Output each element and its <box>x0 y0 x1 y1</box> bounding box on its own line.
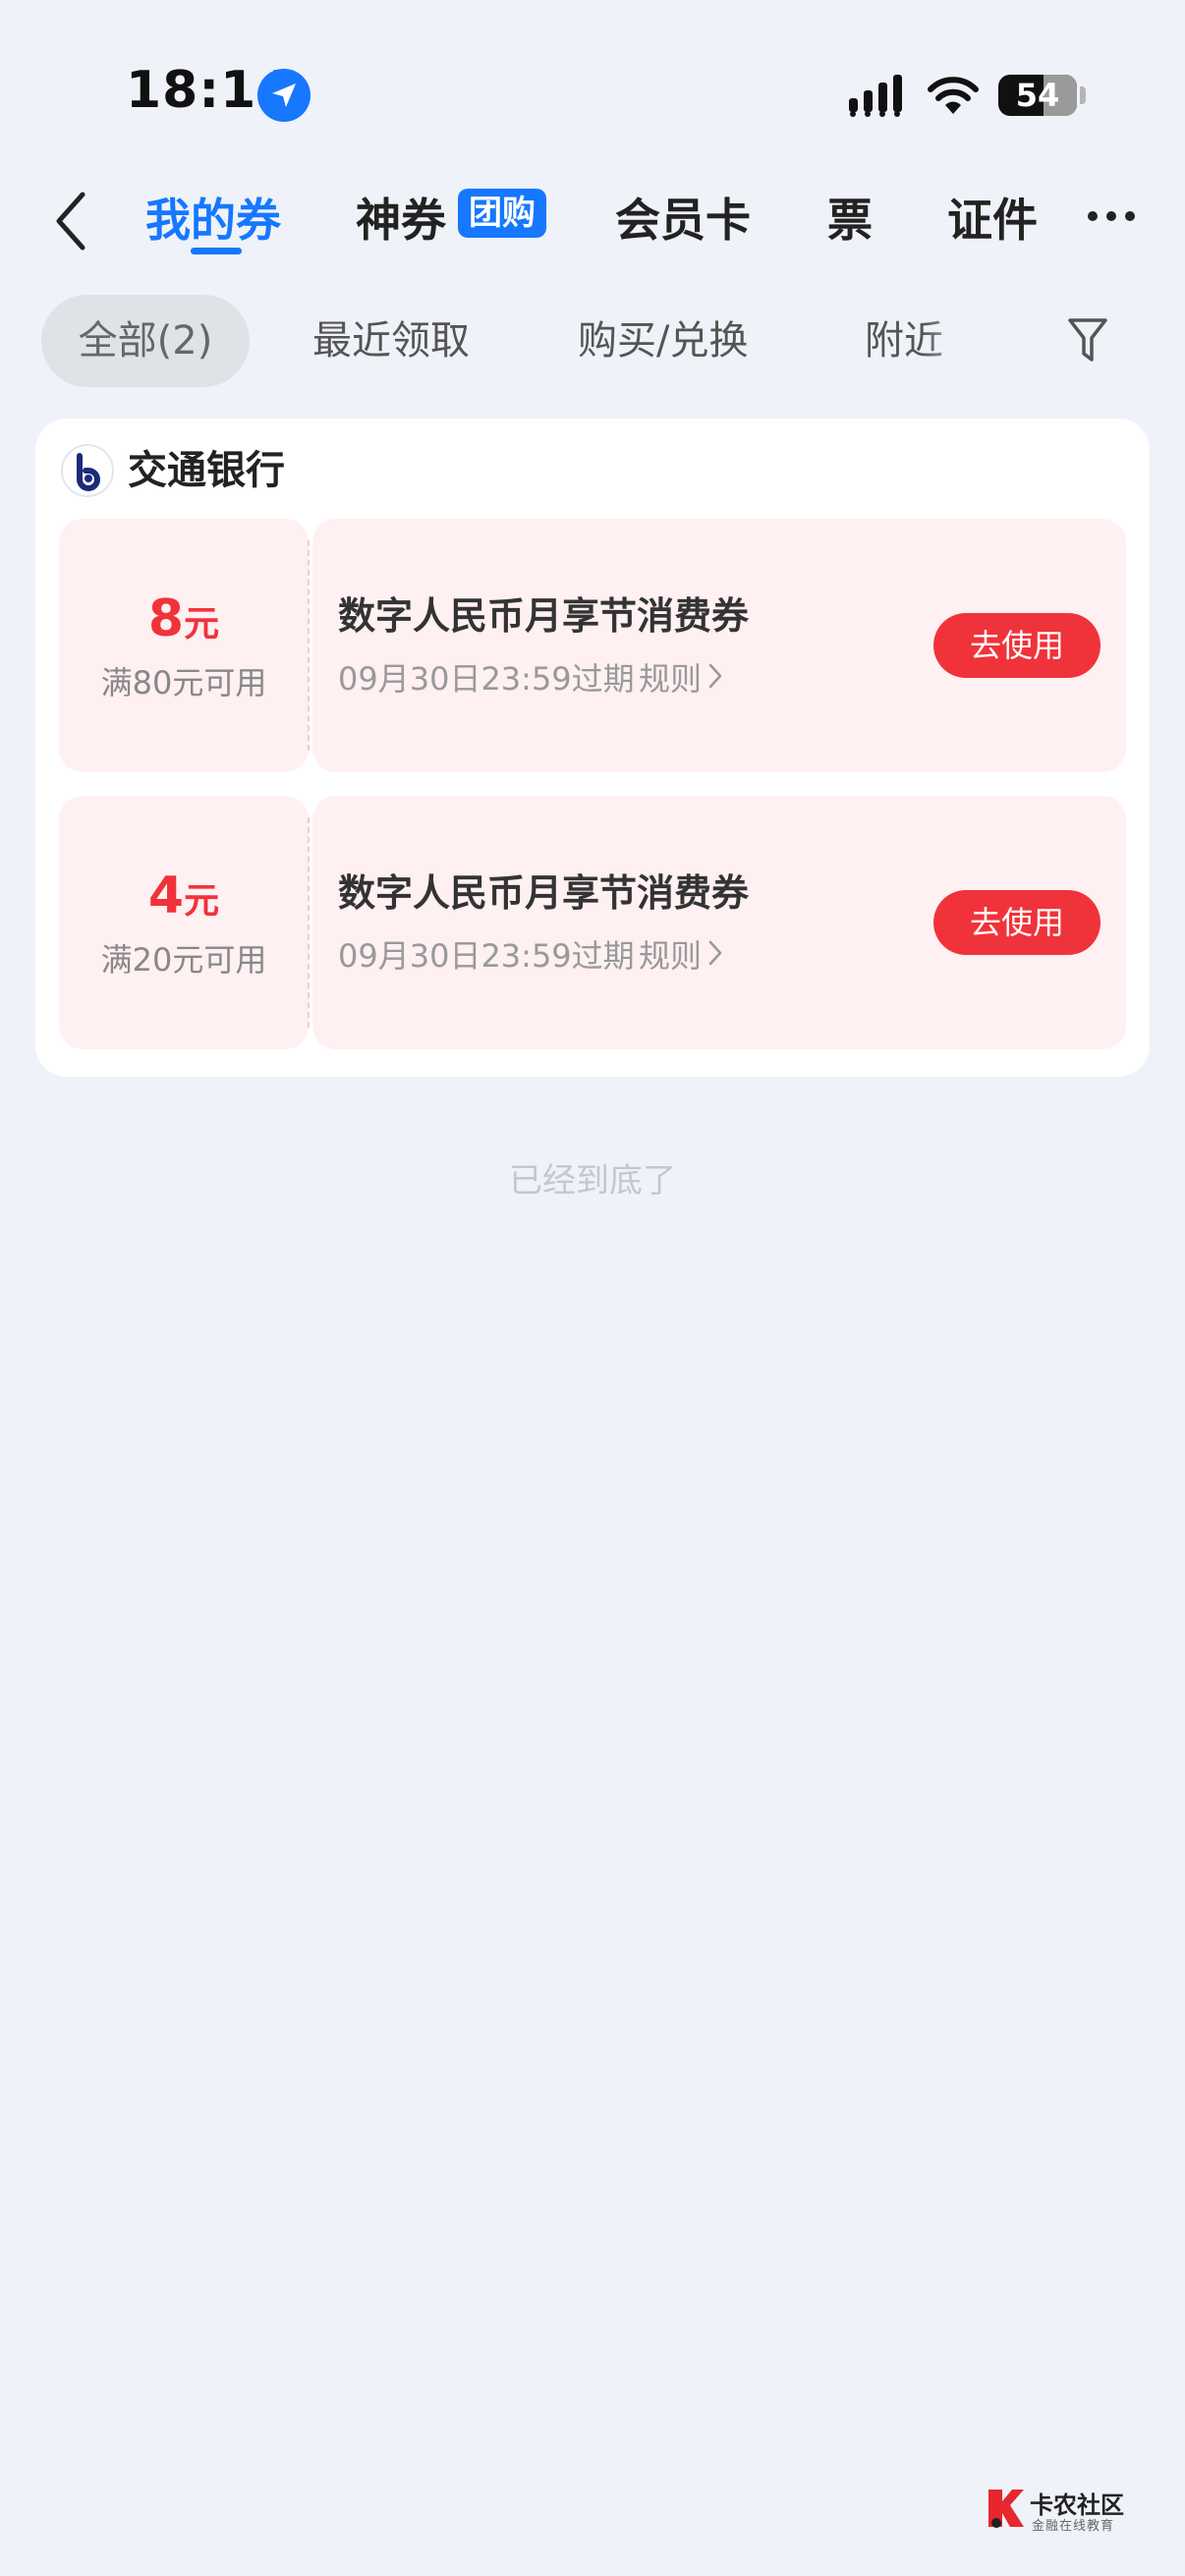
filter-fade-mask <box>924 295 1002 387</box>
top-nav: 我的券 神券 团购 会员卡 票 证件 <box>0 167 1185 275</box>
coupon-divider <box>308 817 310 1028</box>
group-buy-badge: 团购 <box>458 189 546 238</box>
more-icon[interactable] <box>1087 210 1136 222</box>
coupon-amount-unit: 元 <box>184 604 220 644</box>
bank-name: 交通银行 <box>128 448 285 493</box>
coupon-amount: 4元 <box>59 867 309 925</box>
coupon-title: 数字人民币月享节消费券 <box>338 594 750 638</box>
wifi-icon <box>928 77 979 114</box>
tab-super-coupons[interactable]: 神券 <box>356 185 446 250</box>
watermark-logo-icon <box>988 2490 1024 2528</box>
battery-level: 54 <box>1015 77 1060 114</box>
coupon-amount-value: 8 <box>147 589 185 648</box>
chevron-right-icon <box>708 663 722 689</box>
coupon-amount-unit: 元 <box>184 881 220 922</box>
coupon-amount: 8元 <box>59 589 309 648</box>
filter-purchase-exchange[interactable]: 购买/兑换 <box>578 295 748 387</box>
battery-icon: 54 <box>998 75 1077 116</box>
coupon-expiry: 09月30日23:59过期 <box>338 660 635 698</box>
filter-bar: 全部(2) 最近领取 购买/兑换 附近 <box>0 295 1185 389</box>
chevron-right-icon <box>708 940 722 966</box>
tab-tickets[interactable]: 票 <box>827 185 873 250</box>
coupon-condition: 满20元可用 <box>100 941 267 979</box>
coupon-title: 数字人民币月享节消费券 <box>338 871 750 915</box>
coupon-rules-link[interactable]: 规则 <box>639 654 702 700</box>
watermark: 卡农社区 金融在线教育 <box>983 2484 1150 2543</box>
coupon-amount-value: 4 <box>147 867 185 925</box>
filter-icon[interactable] <box>1067 316 1108 364</box>
coupon-item: 4元 满20元可用 数字人民币月享节消费券 09月30日23:59过期 规则 去… <box>59 796 1126 1049</box>
end-of-list-text: 已经到底了 <box>509 1161 676 1201</box>
coupon-value-panel: 4元 满20元可用 <box>59 796 309 1049</box>
battery-tip <box>1080 86 1086 104</box>
coupon-expiry: 09月30日23:59过期 <box>338 937 635 975</box>
active-tab-indicator <box>191 248 242 254</box>
watermark-subtitle: 金融在线教育 <box>1032 2519 1115 2534</box>
filter-all[interactable]: 全部(2) <box>41 295 250 387</box>
coupon-divider <box>308 540 310 751</box>
status-bar: 18:14 54 <box>0 0 1185 187</box>
coupon-condition: 满80元可用 <box>100 664 267 701</box>
tab-ids[interactable]: 证件 <box>947 185 1038 250</box>
cellular-signal-icon <box>849 75 902 117</box>
use-coupon-button[interactable]: 去使用 <box>933 890 1100 955</box>
filter-recent[interactable]: 最近领取 <box>312 295 470 387</box>
coupon-item: 8元 满80元可用 数字人民币月享节消费券 09月30日23:59过期 规则 去… <box>59 519 1126 772</box>
use-coupon-button[interactable]: 去使用 <box>933 613 1100 678</box>
bank-coupon-card: 交通银行 8元 满80元可用 数字人民币月享节消费券 09月30日23:59过期… <box>35 419 1150 1077</box>
location-arrow-icon <box>257 69 310 122</box>
coupon-rules-link[interactable]: 规则 <box>639 931 702 977</box>
back-button[interactable] <box>45 187 104 255</box>
coupon-detail-panel: 数字人民币月享节消费券 09月30日23:59过期 规则 去使用 <box>312 796 1126 1049</box>
coupon-detail-panel: 数字人民币月享节消费券 09月30日23:59过期 规则 去使用 <box>312 519 1126 772</box>
tab-membership-cards[interactable]: 会员卡 <box>615 185 751 250</box>
tab-my-coupons[interactable]: 我的券 <box>145 185 281 250</box>
bank-logo-icon <box>61 444 114 497</box>
coupon-value-panel: 8元 满80元可用 <box>59 519 309 772</box>
